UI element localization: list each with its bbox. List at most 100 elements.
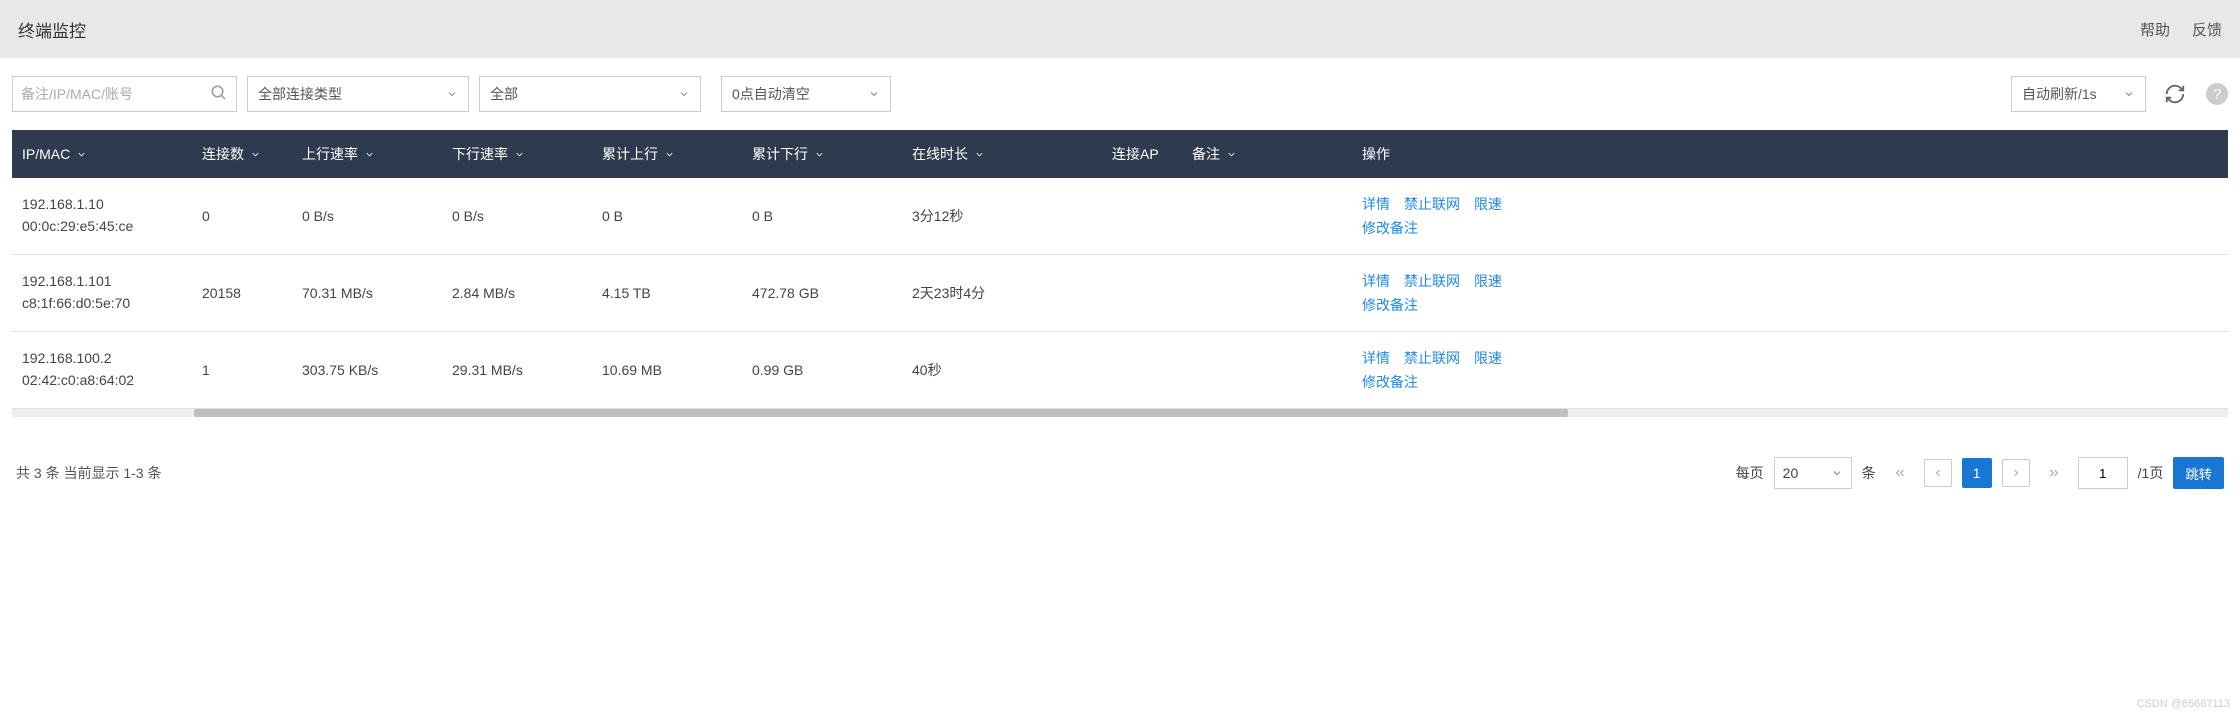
- cell-ipmac: 192.168.1.101c8:1f:66:d0:5e:70: [12, 255, 192, 332]
- connection-type-select[interactable]: 全部连接类型: [247, 76, 469, 112]
- cell-tdown: 0 B: [742, 178, 902, 255]
- chevron-down-icon: [1831, 467, 1843, 479]
- col-conn[interactable]: 连接数: [202, 144, 261, 164]
- terminal-table: IP/MAC 连接数 上行速率 下行速率 累计上行 累计下行 在线时长 连接AP…: [12, 130, 2228, 409]
- col-tdown[interactable]: 累计下行: [752, 144, 825, 164]
- cell-online: 3分12秒: [902, 178, 1102, 255]
- col-down[interactable]: 下行速率: [452, 144, 525, 164]
- header-bar: 终端监控 帮助 反馈: [0, 0, 2240, 58]
- col-up[interactable]: 上行速率: [302, 144, 375, 164]
- cell-ap: [1102, 255, 1182, 332]
- per-page-unit: 条: [1862, 463, 1876, 483]
- cell-tup: 10.69 MB: [592, 332, 742, 409]
- cell-conn: 1: [192, 332, 292, 409]
- col-action: 操作: [1362, 146, 1390, 162]
- action-limit[interactable]: 限速: [1474, 194, 1502, 214]
- total-pages-label: /1页: [2138, 463, 2164, 483]
- first-page-button[interactable]: [1886, 459, 1914, 487]
- cell-up: 303.75 KB/s: [292, 332, 442, 409]
- chevron-down-icon: [1226, 149, 1237, 160]
- chevrons-right-icon: [2047, 466, 2061, 480]
- table-row: 192.168.1.101c8:1f:66:d0:5e:702015870.31…: [12, 255, 2228, 332]
- per-page-select[interactable]: 20: [1774, 457, 1852, 489]
- chevron-down-icon: [250, 149, 261, 160]
- prev-page-button[interactable]: [1924, 459, 1952, 487]
- chevron-down-icon: [868, 88, 880, 100]
- col-online[interactable]: 在线时长: [912, 144, 985, 164]
- current-page-number[interactable]: 1: [1962, 458, 1992, 488]
- cell-note: [1182, 178, 1352, 255]
- refresh-button[interactable]: [2162, 81, 2188, 107]
- cell-note: [1182, 332, 1352, 409]
- summary-text: 共 3 条 当前显示 1-3 条: [16, 463, 161, 483]
- connection-type-label: 全部连接类型: [258, 84, 342, 104]
- cell-tup: 0 B: [592, 178, 742, 255]
- cell-down: 0 B/s: [442, 178, 592, 255]
- cell-up: 0 B/s: [292, 178, 442, 255]
- cell-online: 40秒: [902, 332, 1102, 409]
- col-ap[interactable]: 连接AP: [1112, 146, 1159, 162]
- action-detail[interactable]: 详情: [1362, 194, 1390, 214]
- cell-up: 70.31 MB/s: [292, 255, 442, 332]
- cell-down: 2.84 MB/s: [442, 255, 592, 332]
- action-block[interactable]: 禁止联网: [1404, 271, 1460, 291]
- search-input[interactable]: [21, 86, 210, 102]
- next-page-button[interactable]: [2002, 459, 2030, 487]
- action-detail[interactable]: 详情: [1362, 271, 1390, 291]
- help-link[interactable]: 帮助: [2140, 19, 2170, 40]
- action-limit[interactable]: 限速: [1474, 271, 1502, 291]
- cell-down: 29.31 MB/s: [442, 332, 592, 409]
- last-page-button[interactable]: [2040, 459, 2068, 487]
- table-row: 192.168.1.1000:0c:29:e5:45:ce00 B/s0 B/s…: [12, 178, 2228, 255]
- cell-ipmac: 192.168.1.1000:0c:29:e5:45:ce: [12, 178, 192, 255]
- cell-tup: 4.15 TB: [592, 255, 742, 332]
- cell-conn: 0: [192, 178, 292, 255]
- horizontal-scrollbar[interactable]: [12, 409, 2228, 417]
- search-icon[interactable]: [210, 84, 228, 105]
- auto-clear-label: 0点自动清空: [732, 84, 810, 104]
- auto-refresh-select[interactable]: 自动刷新/1s: [2011, 76, 2146, 112]
- filter-all-select[interactable]: 全部: [479, 76, 701, 112]
- action-block[interactable]: 禁止联网: [1404, 348, 1460, 368]
- action-edit-note[interactable]: 修改备注: [1362, 218, 1418, 238]
- cell-tdown: 472.78 GB: [742, 255, 902, 332]
- per-page-label: 每页: [1736, 463, 1764, 483]
- cell-ap: [1102, 178, 1182, 255]
- col-note[interactable]: 备注: [1192, 144, 1237, 164]
- chevron-down-icon: [664, 149, 675, 160]
- table-row: 192.168.100.202:42:c0:a8:64:021303.75 KB…: [12, 332, 2228, 409]
- feedback-link[interactable]: 反馈: [2192, 19, 2222, 40]
- help-icon[interactable]: ?: [2206, 83, 2228, 105]
- chevron-down-icon: [974, 149, 985, 160]
- filter-all-label: 全部: [490, 84, 518, 104]
- toolbar: 全部连接类型 全部 0点自动清空 自动刷新/1s ?: [0, 58, 2240, 122]
- cell-tdown: 0.99 GB: [742, 332, 902, 409]
- chevron-right-icon: [2010, 467, 2022, 479]
- page-title: 终端监控: [18, 17, 86, 42]
- chevron-down-icon: [514, 149, 525, 160]
- chevron-down-icon: [814, 149, 825, 160]
- action-edit-note[interactable]: 修改备注: [1362, 372, 1418, 392]
- watermark: CSDN @65667113: [2136, 698, 2230, 710]
- scrollbar-thumb[interactable]: [194, 409, 1568, 417]
- cell-ipmac: 192.168.100.202:42:c0:a8:64:02: [12, 332, 192, 409]
- cell-ap: [1102, 332, 1182, 409]
- chevron-down-icon: [2123, 88, 2135, 100]
- cell-conn: 20158: [192, 255, 292, 332]
- action-detail[interactable]: 详情: [1362, 348, 1390, 368]
- action-limit[interactable]: 限速: [1474, 348, 1502, 368]
- per-page-value: 20: [1783, 465, 1799, 481]
- chevron-left-icon: [1932, 467, 1944, 479]
- col-tup[interactable]: 累计上行: [602, 144, 675, 164]
- chevrons-left-icon: [1893, 466, 1907, 480]
- refresh-icon: [2164, 83, 2186, 105]
- cell-note: [1182, 255, 1352, 332]
- jump-button[interactable]: 跳转: [2173, 457, 2224, 489]
- action-block[interactable]: 禁止联网: [1404, 194, 1460, 214]
- page-input[interactable]: [2078, 457, 2128, 489]
- col-ipmac[interactable]: IP/MAC: [22, 146, 87, 162]
- action-edit-note[interactable]: 修改备注: [1362, 295, 1418, 315]
- auto-clear-select[interactable]: 0点自动清空: [721, 76, 891, 112]
- auto-refresh-label: 自动刷新/1s: [2022, 84, 2097, 104]
- cell-online: 2天23时4分: [902, 255, 1102, 332]
